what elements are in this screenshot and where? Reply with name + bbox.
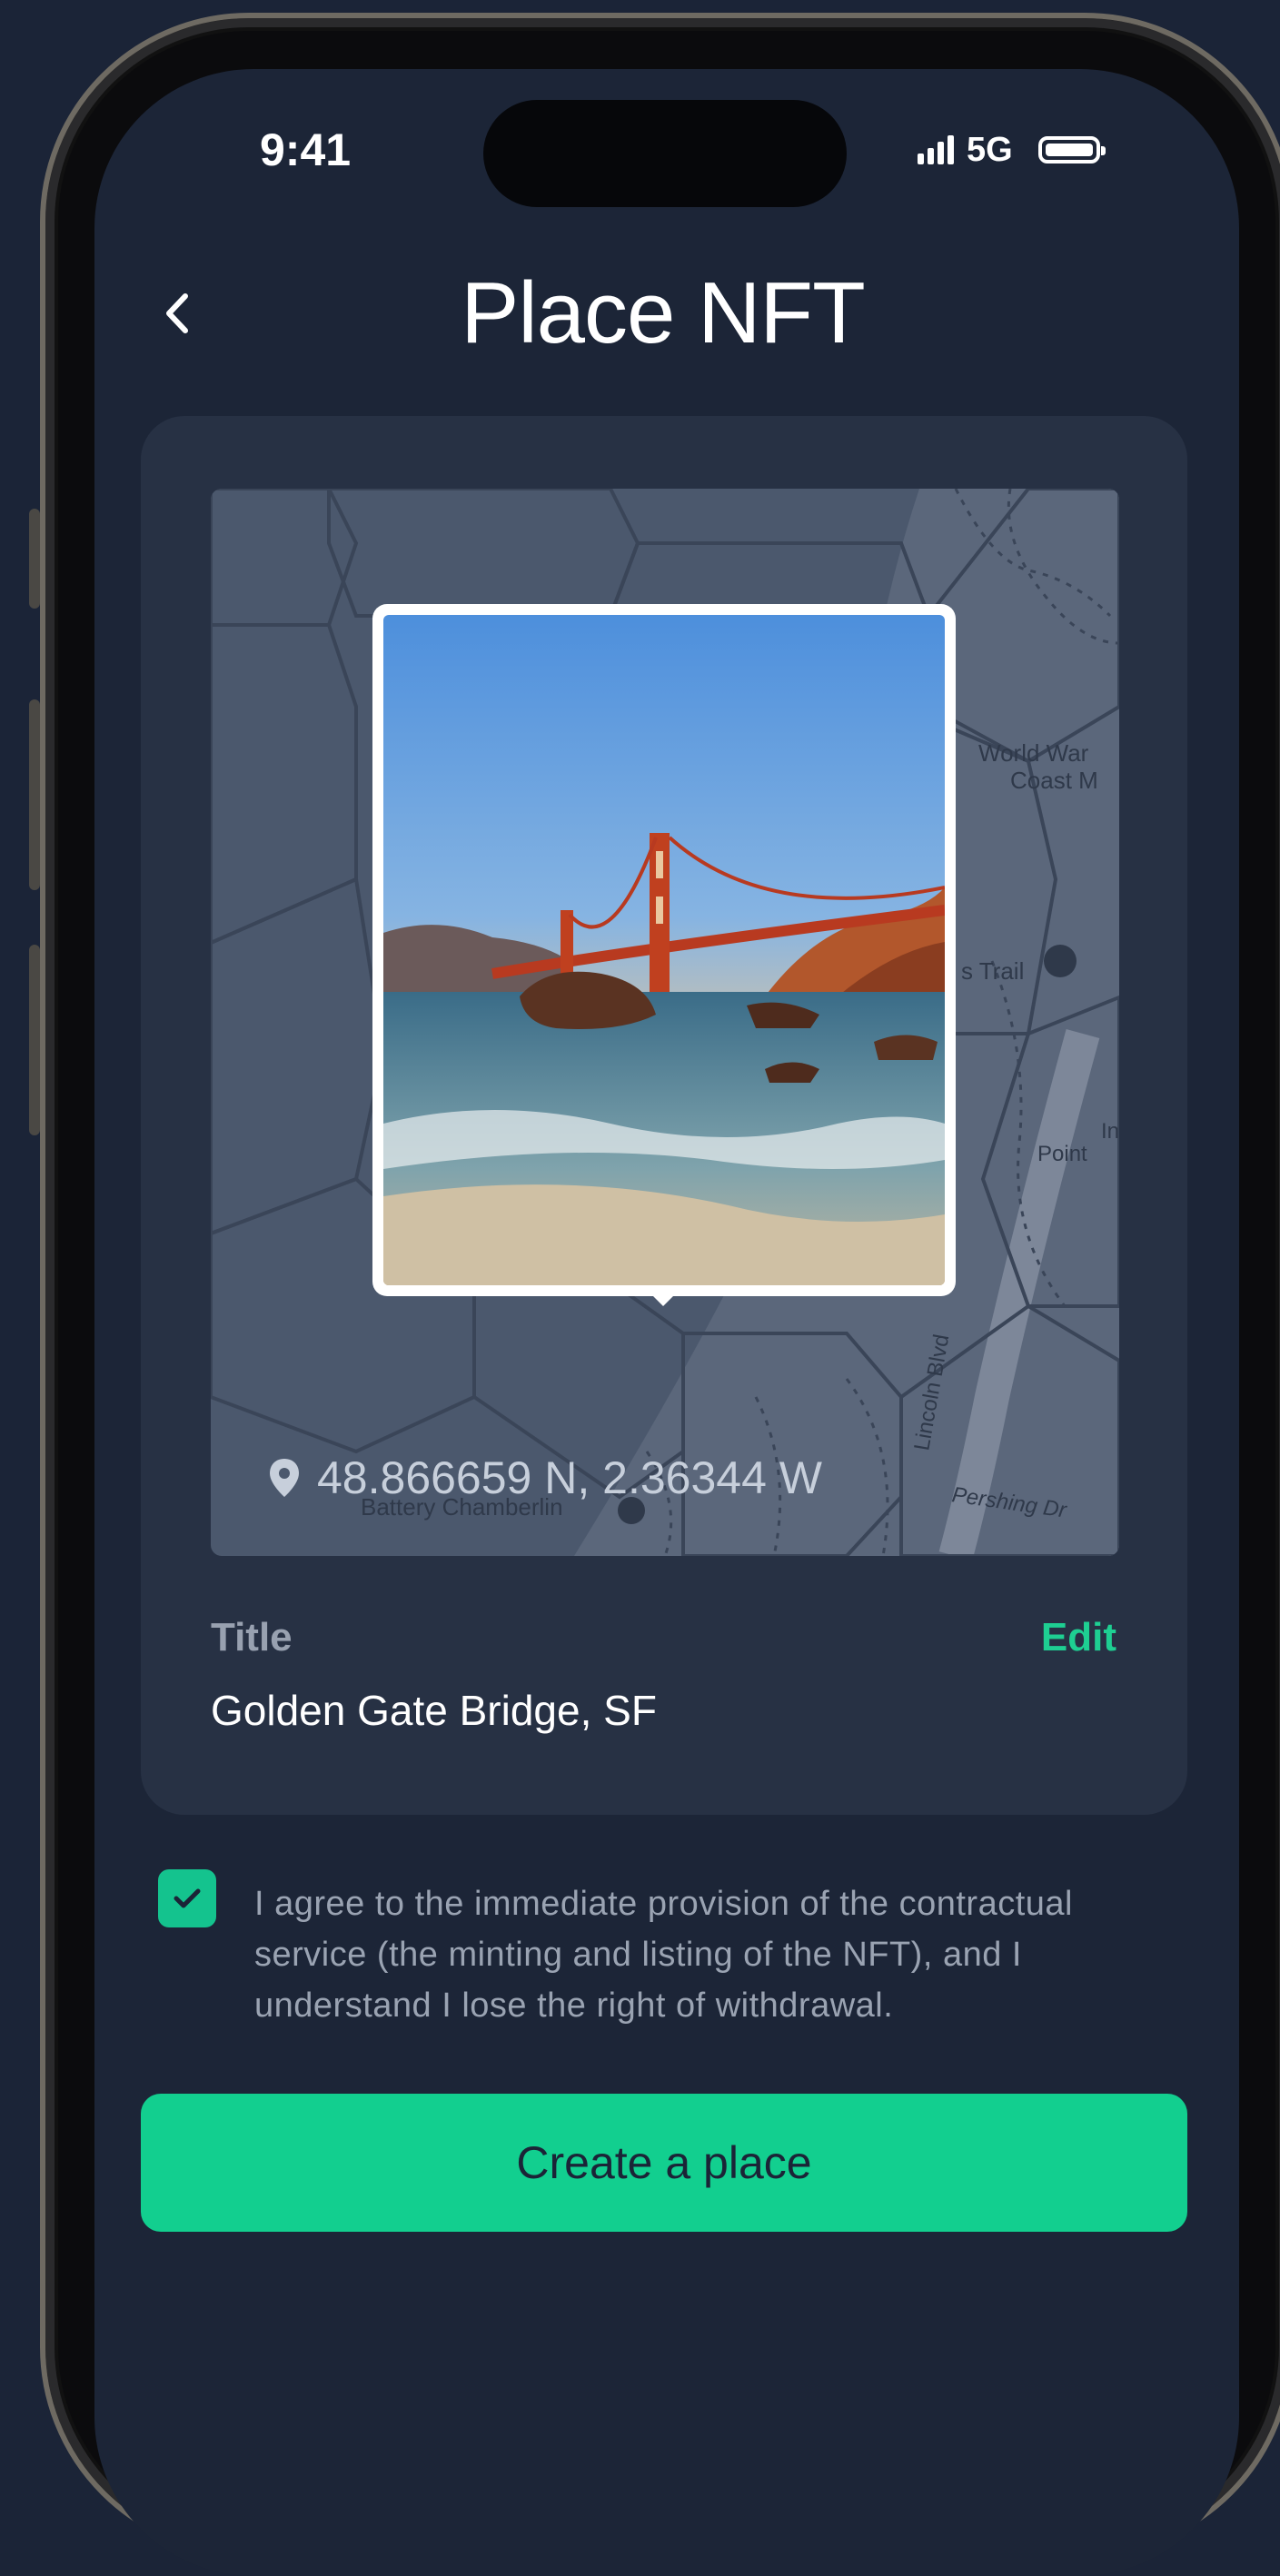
map-label-trail: s Trail — [961, 957, 1024, 985]
nft-photo[interactable] — [372, 604, 956, 1296]
map-label-point: Point — [1037, 1142, 1087, 1166]
location-pin-icon — [270, 1459, 299, 1497]
battery-icon — [1037, 136, 1106, 163]
mute-switch — [29, 509, 40, 609]
dynamic-island — [483, 100, 847, 207]
golden-gate-image — [383, 615, 945, 1285]
signal-icon — [918, 135, 954, 164]
page-title: Place NFT — [461, 264, 865, 362]
hiking-icon — [1044, 945, 1077, 977]
coordinates-text: 48.866659 N, 2.36344 W — [317, 1452, 822, 1503]
checkmark-icon — [174, 1888, 201, 1908]
consent-text: I agree to the immediate provision of th… — [254, 1885, 1073, 2025]
status-indicators: 5G — [918, 127, 1106, 173]
map-label-world-war: World War — [978, 739, 1089, 767]
volume-up-button — [29, 699, 40, 890]
marker-tail — [647, 1290, 680, 1306]
volume-down-button — [29, 945, 40, 1135]
status-time: 9:41 — [260, 124, 352, 175]
title-value: Golden Gate Bridge, SF — [211, 1687, 657, 1734]
consent-checkbox[interactable] — [158, 1869, 216, 1927]
edit-button[interactable]: Edit — [1041, 1615, 1116, 1660]
coordinates-row: 48.866659 N, 2.36344 W — [268, 1451, 822, 1504]
title-label: Title — [211, 1615, 293, 1660]
create-place-button[interactable]: Create a place — [141, 2094, 1187, 2232]
network-type: 5G — [967, 130, 1013, 169]
map-label-coast: Coast M — [1010, 767, 1098, 794]
map-label-inner: In — [1101, 1119, 1119, 1144]
